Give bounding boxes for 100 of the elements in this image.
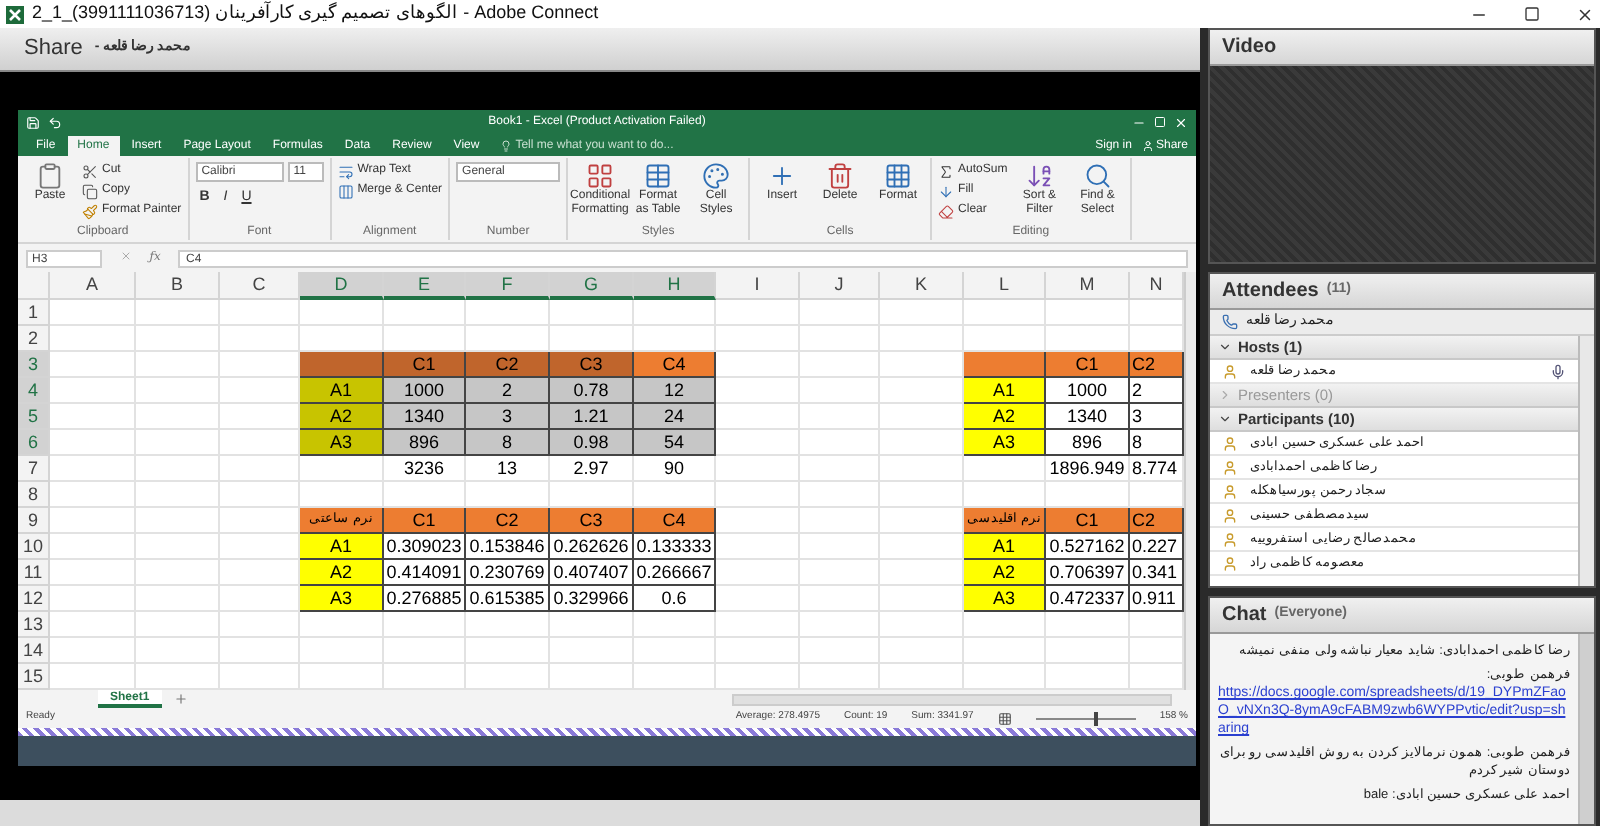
column-header[interactable]: D	[300, 272, 384, 300]
table-cell: 0.230769	[466, 560, 550, 586]
horizontal-scrollbar[interactable]	[732, 694, 1172, 706]
table-cell	[550, 638, 634, 664]
row-header[interactable]: 7	[18, 456, 50, 482]
row-header[interactable]: 11	[18, 560, 50, 586]
column-header[interactable]: H	[634, 272, 716, 300]
share-title: Share	[24, 34, 83, 65]
table-cell	[50, 300, 136, 326]
row-header[interactable]: 14	[18, 638, 50, 664]
table-cell: 896	[1046, 430, 1130, 456]
table-cell: 13	[466, 456, 550, 482]
zoom-slider-thumb[interactable]	[1093, 711, 1098, 725]
table-cell	[964, 638, 1046, 664]
copy-icon	[82, 183, 98, 199]
table-cell: C4	[634, 508, 716, 534]
column-header[interactable]: K	[880, 272, 964, 300]
table-cell: 896	[384, 430, 466, 456]
table-cell	[220, 612, 300, 638]
table-cell	[716, 326, 800, 352]
table-cell: 0.309023	[384, 534, 466, 560]
table-cell: 0.911	[1130, 586, 1184, 612]
save-icon[interactable]	[26, 115, 40, 129]
person-icon	[1222, 507, 1238, 523]
table-cell: 8	[1130, 430, 1184, 456]
column-header[interactable]: G	[550, 272, 634, 300]
grid-icon	[586, 162, 615, 190]
table-cell	[800, 300, 880, 326]
table-cell: 1340	[384, 404, 466, 430]
normal-view-icon[interactable]	[997, 711, 1012, 725]
table-cell	[136, 300, 220, 326]
table-cell	[1046, 612, 1130, 638]
row-header[interactable]: 3	[18, 352, 50, 378]
table-cell: 0.527162	[1046, 534, 1130, 560]
table-cell	[800, 612, 880, 638]
table-cell	[300, 300, 384, 326]
undo-icon[interactable]	[48, 115, 62, 129]
table-cell: 8	[466, 430, 550, 456]
vertical-scrollbar[interactable]	[1184, 272, 1196, 690]
table-cell: 54	[634, 430, 716, 456]
table-cell: 1340	[1046, 404, 1130, 430]
table-cell: 1896.949	[1046, 456, 1130, 482]
column-header[interactable]: B	[136, 272, 220, 300]
column-header[interactable]: A	[50, 272, 136, 300]
table-cell	[466, 612, 550, 638]
table-cell	[220, 482, 300, 508]
table-cell: 1000	[384, 378, 466, 404]
row-header[interactable]: 13	[18, 612, 50, 638]
table-cell: 0.276885	[384, 586, 466, 612]
table-cell	[964, 300, 1046, 326]
row-header[interactable]: 9	[18, 508, 50, 534]
table-cell	[634, 612, 716, 638]
row-header[interactable]: 8	[18, 482, 50, 508]
scissors-icon	[82, 163, 98, 179]
column-header[interactable]: J	[800, 272, 880, 300]
table-cell: 0.266667	[634, 560, 716, 586]
table-cell: A3	[300, 586, 384, 612]
column-header[interactable]: M	[1046, 272, 1130, 300]
table-cell: A3	[964, 430, 1046, 456]
vertical-scrollbar[interactable]	[1578, 634, 1594, 824]
row-header[interactable]: 5	[18, 404, 50, 430]
table-cell	[716, 300, 800, 326]
table-cell	[50, 612, 136, 638]
palette-icon	[702, 162, 731, 190]
row-header[interactable]: 10	[18, 534, 50, 560]
table-icon	[644, 162, 673, 190]
table-cell	[880, 326, 964, 352]
table-cell: 0.133333	[634, 534, 716, 560]
table-cell	[220, 638, 300, 664]
column-header[interactable]: I	[716, 272, 800, 300]
table-cell: 0.341	[1130, 560, 1184, 586]
table-cell	[800, 482, 880, 508]
row-header[interactable]: 2	[18, 326, 50, 352]
close-icon[interactable]	[1576, 5, 1594, 23]
column-header[interactable]: L	[964, 272, 1046, 300]
column-header[interactable]: E	[384, 272, 466, 300]
row-header[interactable]: 15	[18, 664, 50, 690]
table-cell	[800, 326, 880, 352]
maximize-icon[interactable]	[1524, 6, 1540, 22]
table-cell	[880, 612, 964, 638]
table-cell	[50, 482, 136, 508]
table-cell	[880, 482, 964, 508]
table-cell: 90	[634, 456, 716, 482]
table-cell: C1	[384, 508, 466, 534]
vertical-scrollbar[interactable]	[1578, 336, 1594, 586]
row-header[interactable]: 6	[18, 430, 50, 456]
row-header[interactable]: 1	[18, 300, 50, 326]
table-cell: 0.227	[1130, 534, 1184, 560]
row-header[interactable]: 4	[18, 378, 50, 404]
phone-icon	[1222, 314, 1238, 330]
clipboard-icon	[36, 162, 64, 190]
column-header[interactable]: F	[466, 272, 550, 300]
row-header[interactable]: 12	[18, 586, 50, 612]
table-cell: 0.414091	[384, 560, 466, 586]
table-cell: A3	[964, 586, 1046, 612]
table-cell	[136, 638, 220, 664]
sort-icon	[1025, 162, 1054, 190]
table-cell: C2	[466, 352, 550, 378]
plus-icon	[768, 162, 797, 190]
table-cell: 1.21	[550, 404, 634, 430]
